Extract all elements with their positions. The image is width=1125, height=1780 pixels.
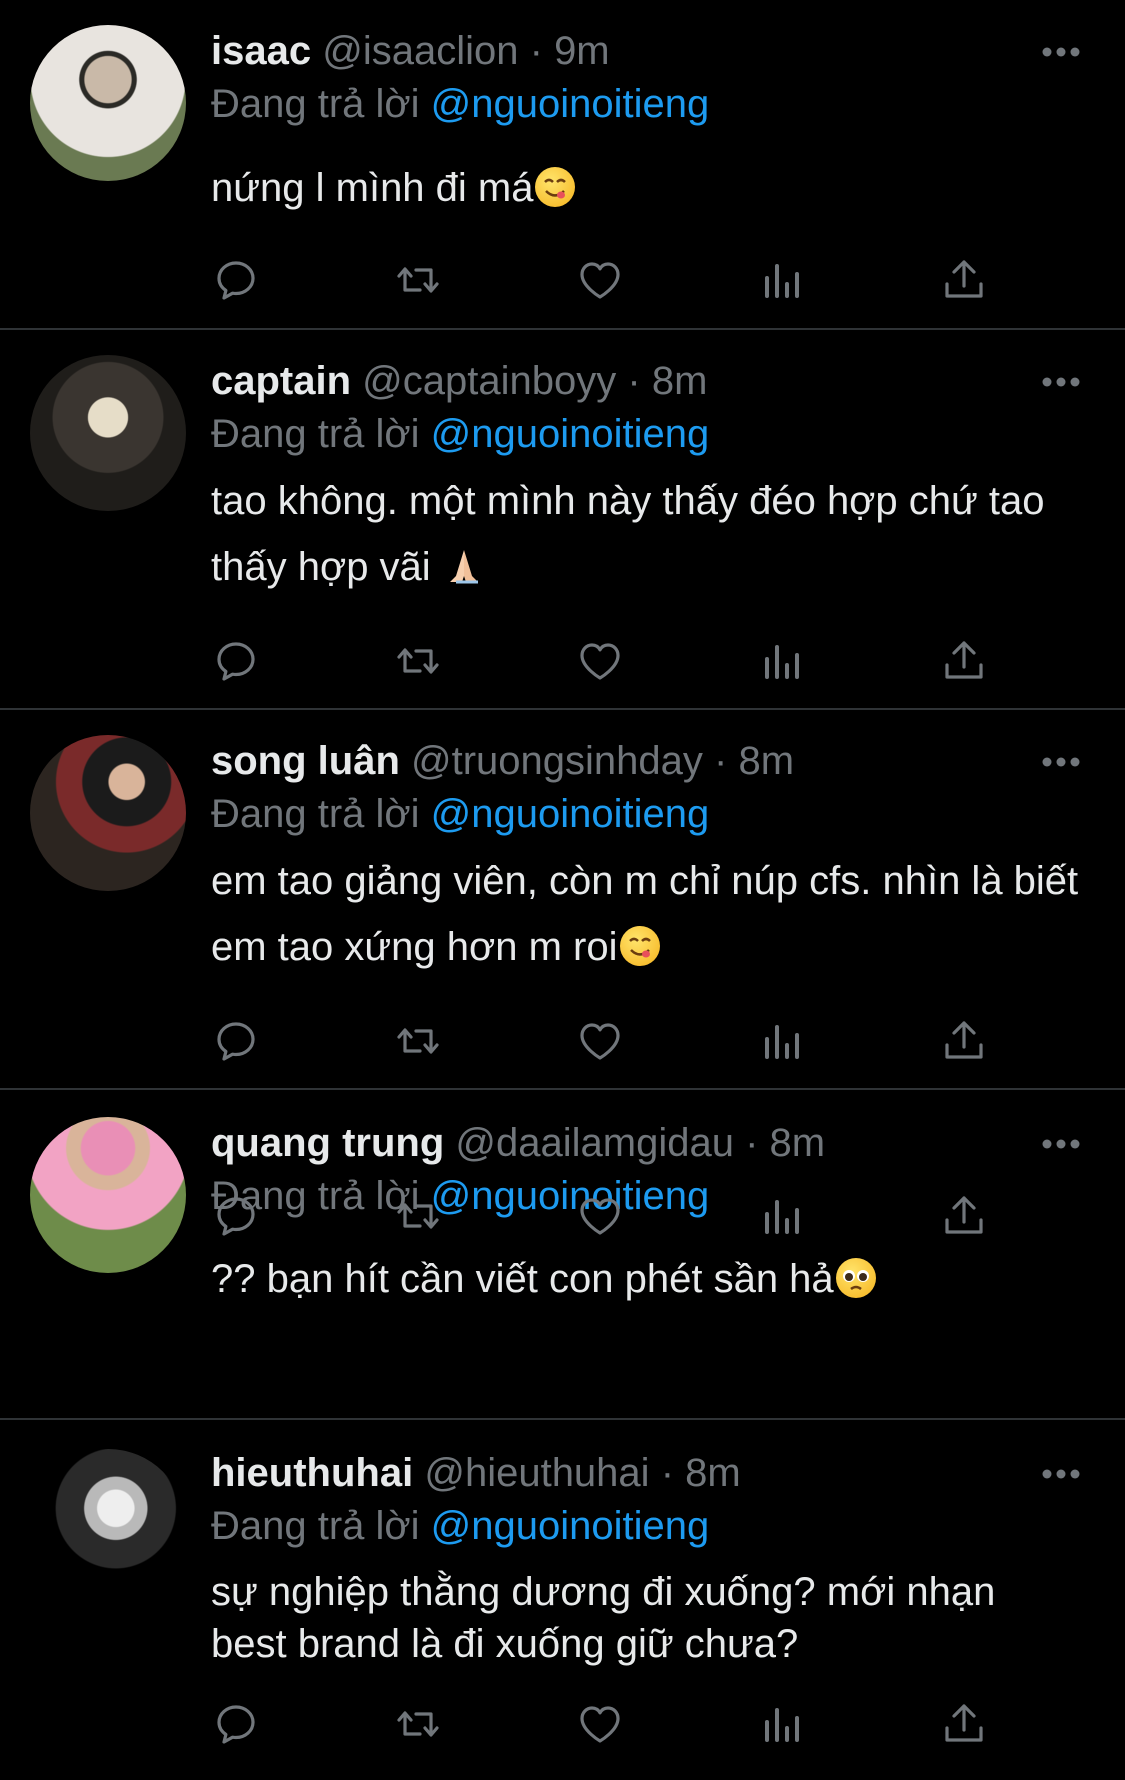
like-icon[interactable] xyxy=(574,1190,626,1242)
more-options-icon[interactable] xyxy=(1041,46,1081,66)
user-handle[interactable]: @truongsinhday xyxy=(411,739,703,783)
user-handle[interactable]: @daailamgidau xyxy=(455,1121,734,1165)
retweet-icon[interactable] xyxy=(392,1015,444,1067)
tweet-text-content: ?? bạn hít cần viết con phét sần hả xyxy=(211,1257,834,1301)
like-icon[interactable] xyxy=(574,1015,626,1067)
tweet[interactable]: song luân @truongsinhday · 8m Đang trả l… xyxy=(0,710,1125,1088)
tweet-text: nứng l mình đi má xyxy=(211,155,1081,221)
reply-context: Đang trả lời @nguoinoitieng xyxy=(211,1502,709,1550)
display-name[interactable]: captain xyxy=(211,359,351,403)
reply-icon[interactable] xyxy=(210,1015,262,1067)
reply-mention-link[interactable]: @nguoinoitieng xyxy=(431,792,710,836)
like-icon[interactable] xyxy=(574,254,626,306)
action-bar xyxy=(210,635,1010,687)
share-icon[interactable] xyxy=(938,1190,990,1242)
views-icon[interactable] xyxy=(756,1698,808,1750)
timestamp[interactable]: 8m xyxy=(685,1451,741,1495)
share-icon[interactable] xyxy=(938,254,990,306)
separator-dot: · xyxy=(745,1121,759,1165)
reply-context: Đang trả lời @nguoinoitieng xyxy=(211,410,709,458)
tweet-header: isaac @isaaclion · 9m xyxy=(211,27,610,75)
more-options-icon[interactable] xyxy=(1041,1468,1081,1488)
more-options-icon[interactable] xyxy=(1041,756,1081,776)
avatar[interactable] xyxy=(30,1449,186,1605)
views-icon[interactable] xyxy=(756,254,808,306)
tweet[interactable]: hieuthuhai @hieuthuhai · 8m Đang trả lời… xyxy=(0,1420,1125,1780)
yum-face-icon xyxy=(619,926,660,966)
tweet[interactable]: quang trung @daailamgidau · 8m Đang trả … xyxy=(0,1090,1125,1418)
reply-icon[interactable] xyxy=(210,635,262,687)
separator-dot: · xyxy=(529,29,543,73)
tweet-text-content: nứng l mình đi má xyxy=(211,166,534,210)
separator-dot: · xyxy=(714,739,728,783)
tweet-header: captain @captainboyy · 8m xyxy=(211,357,707,405)
views-icon[interactable] xyxy=(756,635,808,687)
user-handle[interactable]: @isaaclion xyxy=(322,29,518,73)
views-icon[interactable] xyxy=(756,1190,808,1242)
tweet-header: hieuthuhai @hieuthuhai · 8m xyxy=(211,1449,741,1497)
share-icon[interactable] xyxy=(938,1698,990,1750)
action-bar xyxy=(210,254,1010,306)
display-name[interactable]: song luân xyxy=(211,739,400,783)
tweet-text-content: tao không. một mình này thấy đéo hợp chứ… xyxy=(211,479,1045,589)
avatar[interactable] xyxy=(30,25,186,181)
share-icon[interactable] xyxy=(938,1015,990,1067)
reply-mention-link[interactable]: @nguoinoitieng xyxy=(431,82,710,126)
tweet-text: em tao giảng viên, còn m chỉ núp cfs. nh… xyxy=(211,848,1081,980)
timestamp[interactable]: 8m xyxy=(739,739,795,783)
reply-mention-link[interactable]: @nguoinoitieng xyxy=(431,412,710,456)
tweet-text-content: sự nghiệp thằng dương đi xuống? mới nhạn… xyxy=(211,1570,996,1666)
retweet-icon[interactable] xyxy=(392,1698,444,1750)
timestamp[interactable]: 8m xyxy=(770,1121,826,1165)
like-icon[interactable] xyxy=(574,635,626,687)
separator-dot: · xyxy=(660,1451,675,1495)
more-options-icon[interactable] xyxy=(1041,1138,1081,1158)
timestamp[interactable]: 8m xyxy=(652,359,708,403)
display-name[interactable]: isaac xyxy=(211,29,311,73)
yum-face-icon xyxy=(535,167,576,207)
folded-hands-icon xyxy=(444,546,484,586)
action-bar xyxy=(210,1015,1010,1067)
reply-context: Đang trả lời @nguoinoitieng xyxy=(211,790,709,838)
tweet-text: tao không. một mình này thấy đéo hợp chứ… xyxy=(211,468,1081,600)
reply-icon[interactable] xyxy=(210,1190,262,1242)
reply-prefix: Đang trả lời xyxy=(211,412,420,456)
reply-prefix: Đang trả lời xyxy=(211,82,420,126)
share-icon[interactable] xyxy=(938,635,990,687)
tweet[interactable]: captain @captainboyy · 8m Đang trả lời @… xyxy=(0,330,1125,708)
avatar[interactable] xyxy=(30,735,186,891)
reply-icon[interactable] xyxy=(210,1698,262,1750)
reply-context: Đang trả lời @nguoinoitieng xyxy=(211,80,709,128)
reply-icon[interactable] xyxy=(210,254,262,306)
pleading-face-icon xyxy=(835,1258,876,1298)
avatar[interactable] xyxy=(30,1117,186,1273)
display-name[interactable]: quang trung xyxy=(211,1121,444,1165)
user-handle[interactable]: @hieuthuhai xyxy=(424,1451,649,1495)
separator-dot: · xyxy=(627,359,641,403)
tweet[interactable]: isaac @isaaclion · 9m Đang trả lời @nguo… xyxy=(0,0,1125,328)
tweet-text: sự nghiệp thằng dương đi xuống? mới nhạn… xyxy=(211,1566,1081,1670)
action-bar xyxy=(210,1698,1010,1750)
retweet-icon[interactable] xyxy=(392,635,444,687)
tweet-header: song luân @truongsinhday · 8m xyxy=(211,737,794,785)
reply-prefix: Đang trả lời xyxy=(211,1504,420,1548)
tweet-text: ?? bạn hít cần viết con phét sần hả xyxy=(211,1246,1081,1312)
more-options-icon[interactable] xyxy=(1041,376,1081,396)
action-bar xyxy=(210,1190,1010,1242)
reply-prefix: Đang trả lời xyxy=(211,792,420,836)
retweet-icon[interactable] xyxy=(392,254,444,306)
views-icon[interactable] xyxy=(756,1015,808,1067)
avatar[interactable] xyxy=(30,355,186,511)
user-handle[interactable]: @captainboyy xyxy=(362,359,616,403)
reply-mention-link[interactable]: @nguoinoitieng xyxy=(431,1504,710,1548)
display-name[interactable]: hieuthuhai xyxy=(211,1451,413,1495)
retweet-icon[interactable] xyxy=(392,1190,444,1242)
timestamp[interactable]: 9m xyxy=(554,29,610,73)
tweet-header: quang trung @daailamgidau · 8m xyxy=(211,1119,825,1167)
like-icon[interactable] xyxy=(574,1698,626,1750)
